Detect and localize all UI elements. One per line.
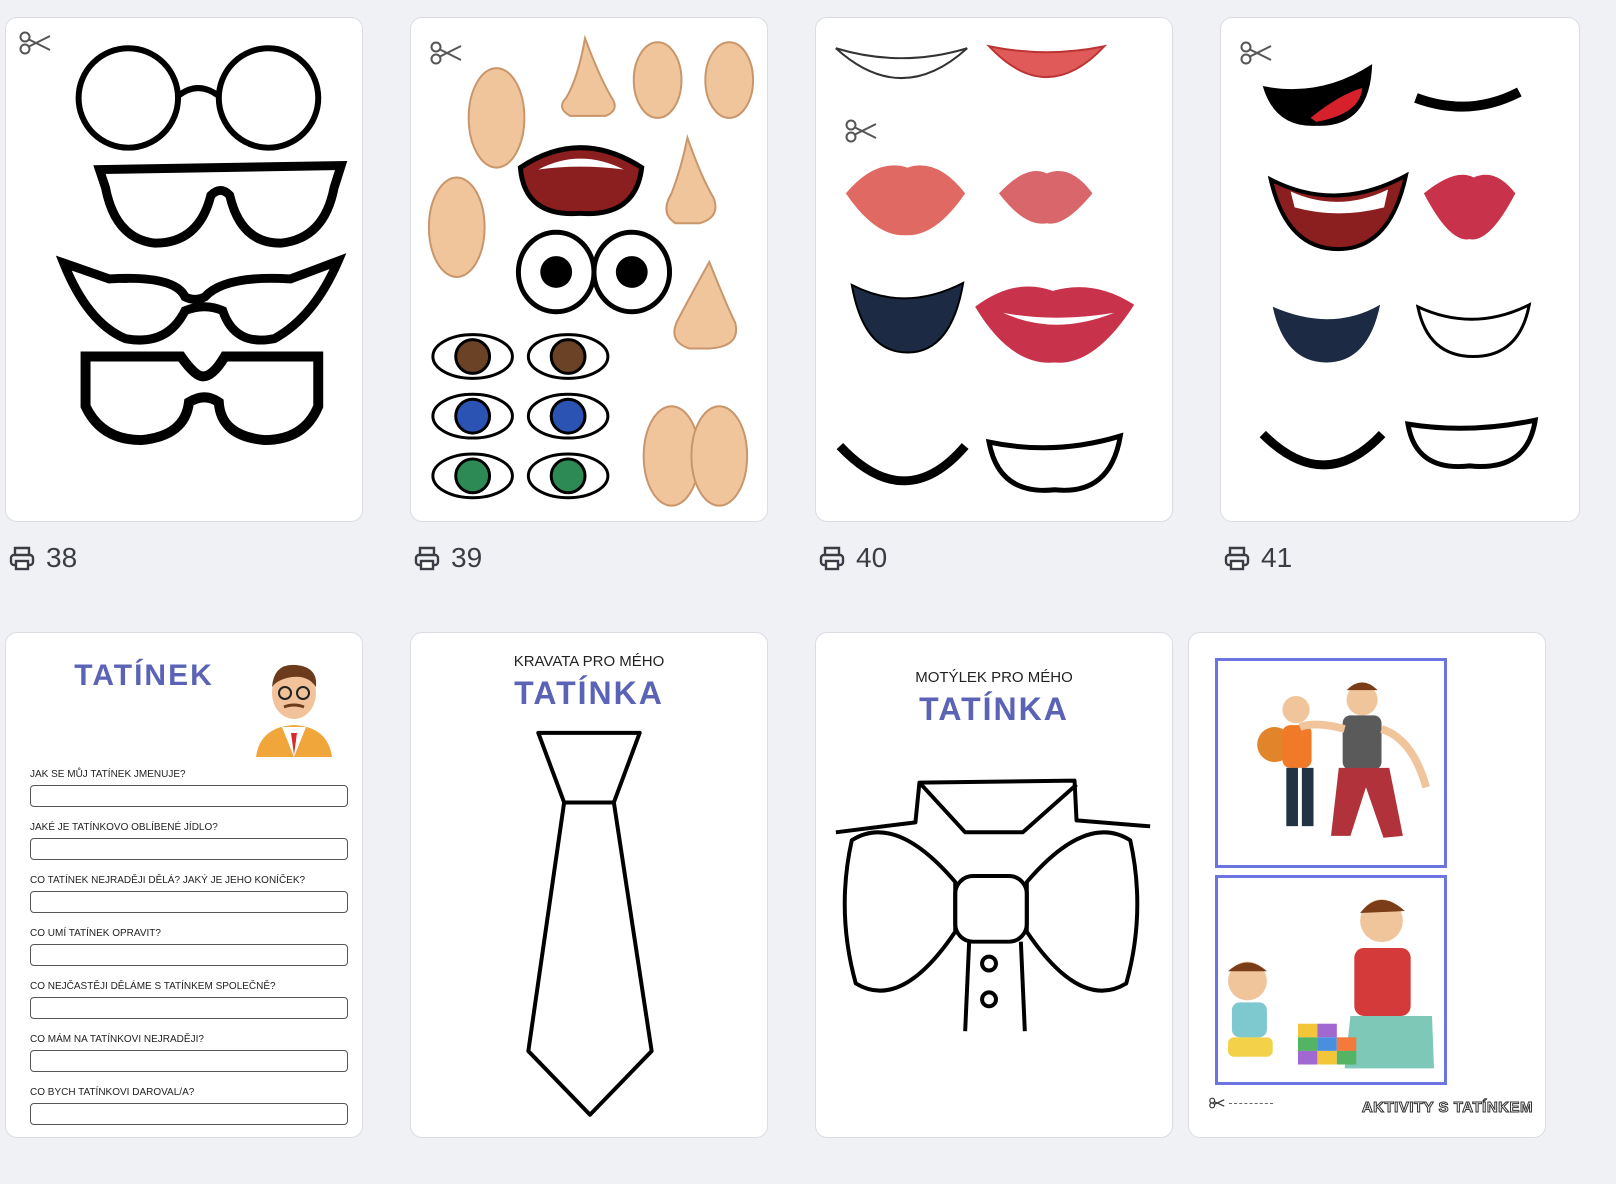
photo-building-blocks [1215,875,1447,1085]
card-meta-39: 39 [413,542,482,574]
printer-icon[interactable] [413,544,441,572]
scissors-icon [1209,1097,1225,1109]
worksheet-card-tie[interactable]: KRAVATA PRO MÉHO TATÍNKA [410,632,768,1138]
question-label: CO TATÍNEK NEJRADĚJI DĚLÁ? JAKÝ JE JEHO … [30,875,306,886]
printer-icon[interactable] [1223,544,1251,572]
question-label: CO NEJČASTĚJI DĚLÁME S TATÍNKEM SPOLEČNĚ… [30,981,276,992]
print-count: 40 [856,542,888,573]
question-label: JAKÉ JE TATÍNKOVO OBLÍBENÉ JÍDLO? [30,822,218,833]
answer-field-food[interactable] [30,838,348,860]
worksheet-card-dad-profile[interactable]: TATÍNEK JAK SE MŮJ TATÍNEK JMENUJE? JAKÉ… [5,632,363,1138]
worksheet-card-face-parts[interactable] [410,17,768,522]
face-parts-illustration [427,34,755,507]
card-meta-38: 38 [8,542,77,574]
cut-line [1229,1103,1273,1104]
answer-field-favorite[interactable] [30,1050,348,1072]
printer-icon[interactable] [8,544,36,572]
glasses-illustration [55,45,348,446]
photo-basketball [1215,658,1447,868]
print-count: 39 [451,542,483,573]
printer-icon[interactable] [818,544,846,572]
question-label: CO BYCH TATÍNKOVI DAROVAL/A? [30,1087,195,1098]
question-label: CO UMÍ TATÍNEK OPRAVIT? [30,928,161,939]
answer-field-together[interactable] [30,997,348,1019]
worksheet-card-activities[interactable]: AKTIVITY S TATÍNKEM [1188,632,1546,1138]
sheet-footer: AKTIVITY S TATÍNKEM [1361,1099,1533,1117]
answer-field-hobby[interactable] [30,891,348,913]
dad-avatar [256,664,332,757]
answer-field-repair[interactable] [30,944,348,966]
print-count: 41 [1261,542,1293,573]
card-meta-40: 40 [818,542,887,574]
worksheet-card-mouths[interactable] [815,17,1173,522]
worksheet-card-glasses[interactable] [5,17,363,522]
mouths-illustration [835,44,1135,493]
answer-field-gift[interactable] [30,1103,348,1125]
question-label: JAK SE MŮJ TATÍNEK JMENUJE? [30,769,186,780]
print-count: 38 [46,542,78,573]
tie-outline [526,730,654,1117]
bowtie-outline [835,778,1151,1032]
worksheet-card-cartoon-mouths[interactable] [1220,17,1580,522]
question-label: CO MÁM NA TATÍNKOVI NEJRADĚJI? [30,1034,204,1045]
worksheet-card-bowtie[interactable]: MOTÝLEK PRO MÉHO TATÍNKA [815,632,1173,1138]
cartoon-mouths-illustration [1259,64,1539,470]
answer-field-name[interactable] [30,785,348,807]
card-meta-41: 41 [1223,542,1292,574]
